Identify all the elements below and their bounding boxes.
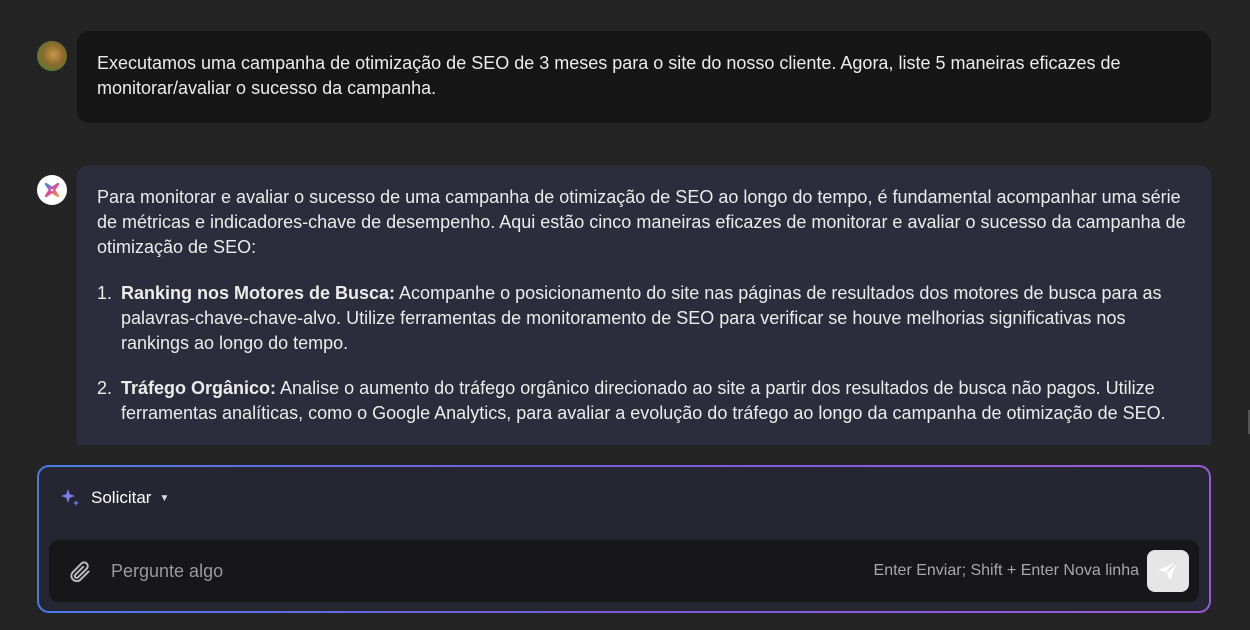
list-item-title: Tráfego Orgânico: (121, 378, 277, 398)
paperclip-icon[interactable] (67, 559, 93, 590)
user-message: Executamos uma campanha de otimização de… (77, 31, 1211, 123)
composer: Solicitar ▼ Enter Enviar; Shift + Enter … (37, 465, 1211, 613)
send-hint: Enter Enviar; Shift + Enter Nova linha (873, 562, 1139, 579)
list-item-number: 2. (97, 378, 113, 398)
assistant-message: Para monitorar e avaliar o sucesso de um… (77, 165, 1211, 445)
mode-label: Solicitar (91, 488, 152, 507)
composer-panel: Solicitar ▼ Enter Enviar; Shift + Enter … (39, 467, 1209, 611)
prompt-input[interactable] (111, 540, 811, 602)
list-item: 1. Ranking nos Motores de Busca: Acompan… (97, 281, 1191, 356)
caret-down-icon: ▼ (159, 492, 170, 504)
assistant-logo-icon (44, 182, 60, 198)
input-box: Enter Enviar; Shift + Enter Nova linha (49, 540, 1199, 602)
send-button[interactable] (1147, 550, 1189, 592)
list-item-title: Ranking nos Motores de Busca: (121, 283, 396, 303)
user-avatar (37, 41, 67, 71)
user-message-text: Executamos uma campanha de otimização de… (97, 53, 1121, 98)
mode-selector[interactable]: Solicitar ▼ (59, 487, 169, 509)
assistant-avatar (37, 175, 67, 205)
assistant-list: 1. Ranking nos Motores de Busca: Acompan… (97, 281, 1191, 426)
list-item-text: Analise o aumento do tráfego orgânico di… (121, 378, 1166, 423)
sparkle-icon (59, 487, 81, 509)
send-icon (1159, 562, 1177, 580)
assistant-intro: Para monitorar e avaliar o sucesso de um… (97, 187, 1186, 257)
list-item: 2. Tráfego Orgânico: Analise o aumento d… (97, 376, 1191, 426)
list-item-number: 1. (97, 283, 113, 303)
